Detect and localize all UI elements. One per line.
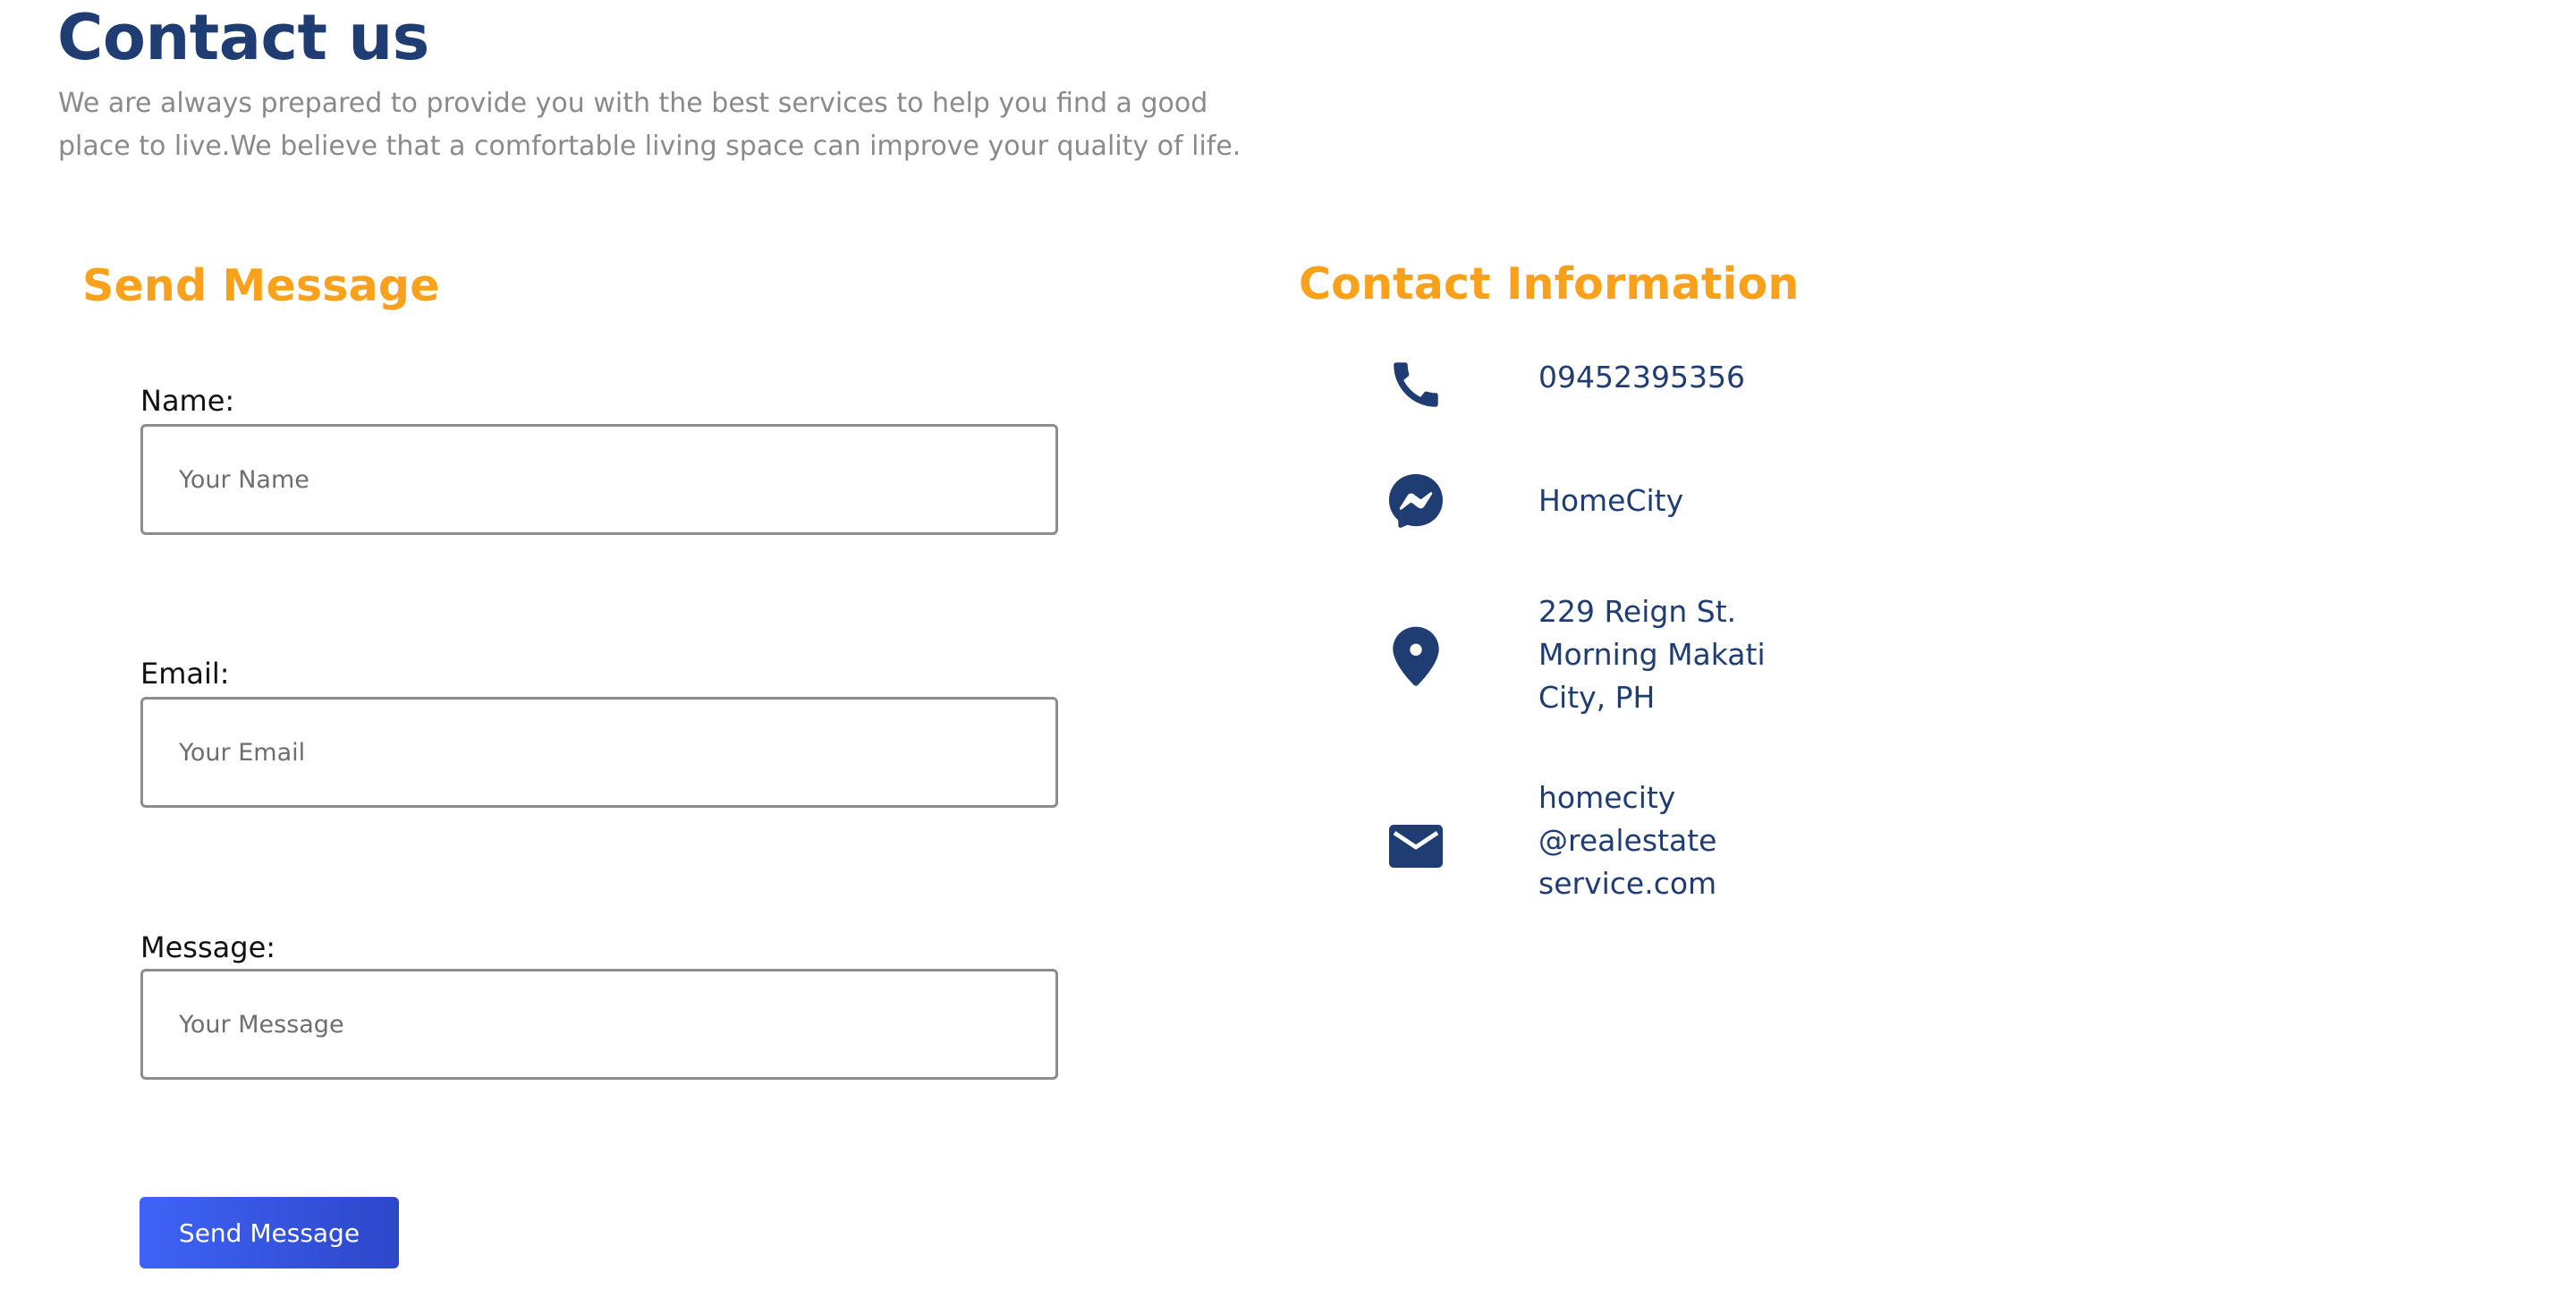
contact-email-text: homecity @realestate service.com — [1538, 776, 1716, 905]
send-message-button[interactable]: Send Message — [140, 1197, 399, 1268]
address-line: City, PH — [1538, 680, 1656, 715]
contact-phone-row: 09452395356 — [1377, 349, 2004, 420]
message-label: Message: — [140, 930, 276, 964]
contact-page: Contact us We are always prepared to pro… — [0, 0, 2576, 1315]
contact-messenger-text: HomeCity — [1538, 483, 1684, 518]
message-input[interactable] — [140, 969, 1058, 1080]
contact-phone-text: 09452395356 — [1538, 360, 1745, 394]
email-line: service.com — [1538, 866, 1717, 901]
messenger-icon — [1377, 467, 1454, 535]
email-input[interactable] — [140, 697, 1058, 808]
send-message-heading: Send Message — [82, 260, 440, 311]
contact-information-heading: Contact Information — [1299, 259, 1800, 310]
contact-email-row: homecity @realestate service.com — [1377, 776, 2004, 911]
email-label: Email: — [140, 657, 230, 691]
email-line: homecity — [1538, 780, 1676, 815]
location-pin-icon — [1377, 621, 1454, 692]
address-line: 229 Reign St. — [1538, 594, 1737, 629]
page-title: Contact us — [57, 1, 429, 74]
email-line: @realestate — [1538, 823, 1717, 858]
contact-address-text: 229 Reign St. Morning Makati City, PH — [1538, 590, 1766, 719]
contact-address-row: 229 Reign St. Morning Makati City, PH — [1377, 590, 2004, 725]
mail-icon — [1377, 812, 1454, 880]
name-input[interactable] — [140, 424, 1058, 535]
phone-icon — [1377, 351, 1454, 419]
contact-messenger-row: HomeCity — [1377, 465, 2004, 537]
address-line: Morning Makati — [1538, 637, 1766, 672]
name-label: Name: — [140, 384, 235, 418]
page-intro: We are always prepared to provide you wi… — [58, 88, 1241, 162]
